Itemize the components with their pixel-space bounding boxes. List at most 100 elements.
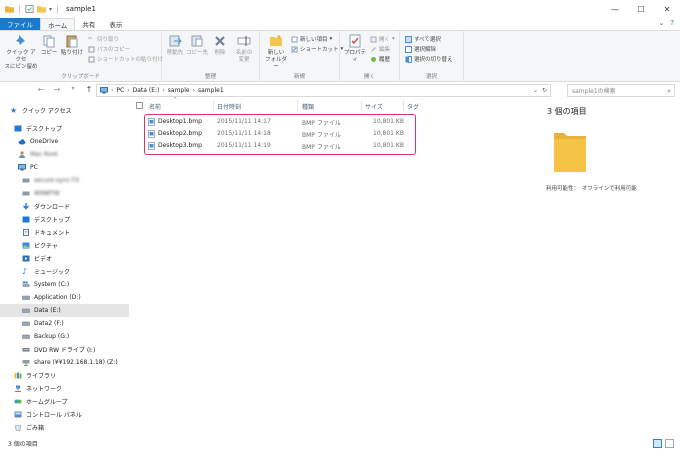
address-dropdown-icon[interactable]: ⌄ — [533, 87, 538, 94]
nav-item-control-panel[interactable]: コントロール パネル — [0, 408, 129, 421]
column-header-date[interactable]: 日付時刻 — [217, 102, 241, 111]
nav-item-network-drive-1[interactable]: secure-sync-TX — [0, 174, 129, 187]
recent-locations-icon[interactable]: ▾ — [67, 85, 79, 94]
properties-label: プロパティ — [343, 50, 366, 63]
nav-item-onedrive[interactable]: OneDrive — [0, 135, 129, 148]
nav-item-pictures[interactable]: ピクチャ — [0, 239, 129, 252]
nav-item-system-c[interactable]: System (C:) — [0, 278, 129, 291]
properties-icon[interactable] — [25, 5, 34, 13]
nav-item-data-e[interactable]: Data (E:) — [0, 304, 129, 317]
column-header-type[interactable]: 種類 — [302, 102, 314, 111]
copy-to-label: コピー先 — [186, 50, 209, 56]
properties-button[interactable]: プロパティ — [342, 34, 368, 64]
tab-file[interactable]: ファイル — [0, 18, 40, 30]
column-header-name[interactable]: 名前 — [149, 102, 161, 111]
nav-item-homegroup[interactable]: ホームグループ — [0, 395, 129, 408]
copy-path-button[interactable]: パスのコピー — [88, 45, 130, 53]
item-count: 3 個の項目 — [8, 441, 38, 448]
search-input[interactable]: sample1の検索 ⌕ — [567, 84, 675, 97]
nav-item-dvd-drive[interactable]: DVD RW ドライブ (I:) — [0, 343, 129, 356]
large-icons-view-button[interactable] — [665, 439, 674, 448]
nav-item-network[interactable]: ネットワーク — [0, 382, 129, 395]
select-all-button[interactable]: すべて選択 — [405, 35, 441, 43]
tab-home[interactable]: ホーム — [40, 18, 76, 30]
column-divider[interactable] — [297, 100, 298, 111]
breadcrumb-data-e[interactable]: Data (E:) — [133, 87, 160, 94]
column-header-size[interactable]: サイズ — [365, 102, 383, 111]
paste-button[interactable]: 貼り付け — [60, 34, 84, 57]
select-none-label: 選択解除 — [414, 47, 437, 53]
forward-button[interactable]: → — [51, 85, 63, 94]
edit-button[interactable]: 編集 — [370, 45, 390, 53]
nav-item-share-z[interactable]: share (¥¥192.168.1.18) (Z:) — [0, 356, 129, 369]
delete-button[interactable]: 削除 — [212, 34, 228, 57]
column-divider[interactable] — [213, 100, 214, 111]
copy-button[interactable]: コピー — [40, 34, 58, 57]
nav-item-label: DVD RW ドライブ (I:) — [34, 347, 96, 354]
move-to-button[interactable]: 移動先 — [165, 34, 185, 57]
open-button[interactable]: 開く ▾ — [370, 35, 395, 43]
select-group: すべて選択 選択解除 選択の切り替え 選択 — [400, 31, 464, 82]
nav-item-backup-g[interactable]: Backup (G:) — [0, 330, 129, 343]
edit-icon — [371, 46, 376, 52]
nav-item-libraries[interactable]: ライブラリ — [0, 369, 129, 382]
history-button[interactable]: 履歴 — [370, 55, 390, 63]
invert-selection-button[interactable]: 選択の切り替え — [405, 55, 453, 63]
minimize-button[interactable]: — — [602, 0, 628, 18]
nav-item-downloads[interactable]: ダウンロード — [0, 200, 129, 213]
music-icon: ♪ — [22, 267, 28, 276]
nav-item-videos[interactable]: ビデオ — [0, 252, 129, 265]
ribbon-collapse-icon[interactable]: ⌄ — [658, 19, 664, 27]
column-header-tag[interactable]: タグ — [407, 102, 419, 111]
shortcut-button[interactable]: ショートカット ▾ — [291, 45, 343, 53]
nav-item-music[interactable]: ♪ ミュージック — [0, 265, 129, 278]
nav-item-user[interactable]: Mac Root — [0, 148, 129, 161]
copy-to-button[interactable]: コピー先 — [186, 34, 208, 57]
rename-button[interactable]: 名前の 変更 — [232, 34, 256, 64]
details-view-button[interactable] — [653, 439, 662, 448]
address-bar[interactable]: › PC › Data (E:) › sample › sample1 ⌄ ↻ — [96, 84, 551, 97]
breadcrumb-separator: › — [127, 87, 130, 94]
nav-item-label: コントロール パネル — [26, 412, 82, 419]
quick-access-dropdown-icon[interactable]: ▾ — [49, 6, 52, 13]
chevron-down-icon: ▾ — [392, 36, 395, 42]
new-folder-button[interactable]: 新しい フォルダー — [263, 34, 289, 71]
maximize-button[interactable]: ☐ — [628, 0, 654, 18]
nav-item-quick-access[interactable]: ★ クイック アクセス — [0, 104, 129, 117]
nav-item-data2-f[interactable]: Data2 (F:) — [0, 317, 129, 330]
select-all-checkbox[interactable] — [136, 102, 143, 109]
new-folder-icon[interactable] — [37, 5, 46, 13]
refresh-icon[interactable]: ↻ — [542, 87, 547, 94]
breadcrumb-sample1[interactable]: sample1 — [198, 87, 224, 94]
delete-icon — [215, 36, 225, 46]
nav-item-desktop[interactable]: デスクトップ — [0, 122, 129, 135]
paste-shortcut-button[interactable]: ショートカットの貼り付け — [88, 55, 163, 63]
nav-item-documents[interactable]: ドキュメント — [0, 226, 129, 239]
nav-item-application-d[interactable]: Application (D:) — [0, 291, 129, 304]
copy-icon — [43, 35, 55, 48]
properties-icon — [349, 34, 361, 48]
nav-item-label: ネットワーク — [26, 386, 63, 393]
help-icon[interactable]: ? — [670, 19, 674, 27]
cut-button[interactable]: ✂ 切り取り — [88, 35, 119, 44]
column-divider[interactable] — [403, 100, 404, 111]
close-button[interactable]: ✕ — [654, 0, 680, 18]
breadcrumb-sample[interactable]: sample — [168, 87, 190, 94]
breadcrumb-pc[interactable]: PC — [116, 87, 124, 94]
pin-quick-access-button[interactable]: クイック アクセ スにピン留め — [4, 34, 38, 71]
desktop-icon — [14, 125, 22, 132]
nav-item-recycle-bin[interactable]: ごみ箱 — [0, 421, 129, 434]
nav-item-pc[interactable]: PC — [0, 161, 129, 174]
column-divider[interactable] — [361, 100, 362, 111]
new-item-button[interactable]: 新しい項目 ▾ — [291, 35, 332, 43]
tab-share[interactable]: 共有 — [75, 18, 102, 30]
organize-group: 移動先 コピー先 削除 名前の 変更 整理 — [162, 31, 260, 82]
select-none-button[interactable]: 選択解除 — [405, 45, 436, 53]
new-item-icon — [291, 36, 298, 42]
nav-item-desktop-pc[interactable]: デスクトップ — [0, 213, 129, 226]
nav-item-network-drive-2[interactable]: WIN8TW — [0, 187, 129, 200]
group-label: 新規 — [293, 74, 305, 80]
tab-view[interactable]: 表示 — [102, 18, 129, 30]
up-button[interactable]: ↑ — [83, 85, 95, 94]
back-button[interactable]: ← — [35, 85, 47, 94]
